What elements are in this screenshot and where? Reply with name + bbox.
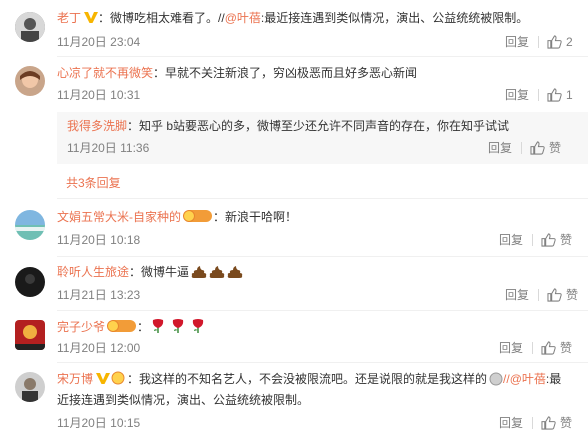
thumb-up-icon [541, 416, 556, 430]
like-button[interactable]: 赞 [547, 288, 578, 302]
divider [532, 234, 533, 246]
avatar[interactable] [15, 372, 45, 402]
thumb-up-icon [547, 288, 562, 302]
avatar-image [15, 12, 45, 42]
username[interactable]: 宋万博 [57, 372, 93, 386]
fan-badge-icon [183, 209, 213, 223]
divider [538, 89, 539, 101]
divider [521, 142, 522, 154]
comment-time: 11月21日 13:23 [57, 288, 141, 302]
comment-text-cont: :最 [545, 372, 562, 386]
avatar-image [15, 66, 45, 96]
comment-text: ：我这样的不知名艺人，不会没被限流吧。还是说限的就是我这样的 [127, 372, 488, 386]
reply-button[interactable]: 回复 [499, 341, 523, 355]
comment-body: 聆听人生旅途：微博牛逼 [57, 264, 243, 280]
row-divider [57, 256, 588, 257]
row-divider [57, 310, 588, 311]
divider [532, 417, 533, 429]
reply-button[interactable]: 回复 [488, 141, 512, 155]
comment-text: ：微博牛逼 [129, 265, 190, 279]
username[interactable]: 心凉了就不再微笑 [57, 66, 153, 80]
divider [538, 289, 539, 301]
comment-time: 11月20日 10:18 [57, 233, 141, 247]
poop-emoji-icon [227, 265, 243, 279]
comment-time: 11月20日 10:15 [57, 416, 141, 430]
comment-time: 11月20日 23:04 [57, 35, 141, 49]
comment-time: 11月20日 11:36 [67, 141, 150, 155]
thumb-up-icon [530, 141, 545, 155]
like-button[interactable]: 赞 [541, 341, 572, 355]
comment-text-line2: 近接连遇到类似情况，演出、公益统统被限制。 [57, 393, 310, 407]
reply-button[interactable]: 回复 [505, 88, 529, 102]
avatar-image [15, 267, 45, 297]
avatar[interactable] [15, 66, 45, 96]
username[interactable]: 我得多洗脚 [67, 119, 127, 133]
comment-text: ： [137, 320, 150, 334]
like-button[interactable]: 赞 [541, 416, 572, 430]
mention-link[interactable]: //@叶蓓 [503, 372, 546, 386]
divider [532, 342, 533, 354]
comment-body: 宋万博 ：我这样的不知名艺人，不会没被限流吧。还是说限的就是我这样的 //@叶蓓:最 [57, 371, 561, 387]
like-count: 2 [566, 35, 573, 49]
thumb-up-icon [547, 35, 562, 49]
vip-badge-icon [84, 11, 98, 24]
row-divider [57, 56, 588, 57]
comment-time: 11月20日 12:00 [57, 341, 141, 355]
like-label: 赞 [549, 141, 562, 155]
poop-emoji-icon [209, 265, 225, 279]
like-label: 赞 [566, 288, 579, 302]
reply-button[interactable]: 回复 [499, 416, 523, 430]
comment-text: ：早就不关注新浪了，穷凶极恶而且好多恶心新闻 [153, 66, 418, 80]
row-divider [57, 198, 588, 199]
comment-body: 文娟五常大米-自家种的 ：新浪干哈啊！ [57, 209, 297, 225]
fan-badge-icon [111, 371, 125, 385]
comment-body: 完子少爷 ： [57, 318, 205, 335]
like-button[interactable]: 1 [547, 88, 573, 102]
mention-link[interactable]: @叶蓓 [225, 11, 261, 25]
poop-emoji-icon [191, 265, 207, 279]
username[interactable]: 完子少爷 [57, 320, 105, 334]
thumb-up-icon [547, 88, 562, 102]
comment-time: 11月20日 10:31 [57, 88, 141, 102]
avatar[interactable] [15, 267, 45, 297]
thumb-up-icon [541, 341, 556, 355]
reply-button[interactable]: 回复 [499, 233, 523, 247]
sub-comment-body: 我得多洗脚：知乎 b站要恶心的多，微博至少还允许不同声音的存在，你在知乎试试 [67, 118, 509, 134]
fan-badge-icon [107, 319, 137, 333]
like-button[interactable]: 赞 [541, 233, 572, 247]
like-button[interactable]: 赞 [530, 141, 561, 155]
vip-badge-icon [96, 372, 110, 385]
comment-body: 心凉了就不再微笑：早就不关注新浪了，穷凶极恶而且好多恶心新闻 [57, 65, 417, 81]
more-replies-link[interactable]: 共3条回复 [66, 174, 121, 191]
avatar[interactable] [15, 320, 45, 350]
rose-emoji-icon [191, 318, 205, 334]
row-divider [57, 362, 588, 363]
like-button[interactable]: 2 [547, 35, 573, 49]
like-count: 1 [566, 88, 573, 102]
comment-text: ：知乎 b站要恶心的多，微博至少还允许不同声音的存在，你在知乎试试 [127, 119, 510, 133]
username[interactable]: 老丁 [57, 11, 81, 25]
username[interactable]: 聆听人生旅途 [57, 265, 129, 279]
like-label: 赞 [560, 341, 573, 355]
avatar-image [15, 320, 45, 350]
reply-button[interactable]: 回复 [505, 35, 529, 49]
comment-body: 老丁 ：微博吃相太难看了。//@叶蓓:最近接连遇到类似情况，演出、公益统统被限制。 [57, 10, 528, 26]
rose-emoji-icon [171, 318, 185, 334]
rose-emoji-icon [151, 318, 165, 334]
comment-text: ：新浪干哈啊！ [213, 210, 298, 224]
comment-body-line2: 近接连遇到类似情况，演出、公益统统被限制。 [57, 392, 309, 408]
avatar-mini-icon [489, 372, 503, 386]
username[interactable]: 文娟五常大米-自家种的 [57, 210, 181, 224]
avatar[interactable] [15, 210, 45, 240]
comment-text: ：微博吃相太难看了。// [98, 11, 225, 25]
thumb-up-icon [541, 233, 556, 247]
reply-button[interactable]: 回复 [505, 288, 529, 302]
like-label: 赞 [560, 233, 573, 247]
avatar-image [15, 372, 45, 402]
like-label: 赞 [560, 416, 573, 430]
divider [538, 36, 539, 48]
comment-text-cont: :最近接连遇到类似情况，演出、公益统统被限制。 [260, 11, 529, 25]
avatar[interactable] [15, 12, 45, 42]
avatar-image [15, 210, 45, 240]
